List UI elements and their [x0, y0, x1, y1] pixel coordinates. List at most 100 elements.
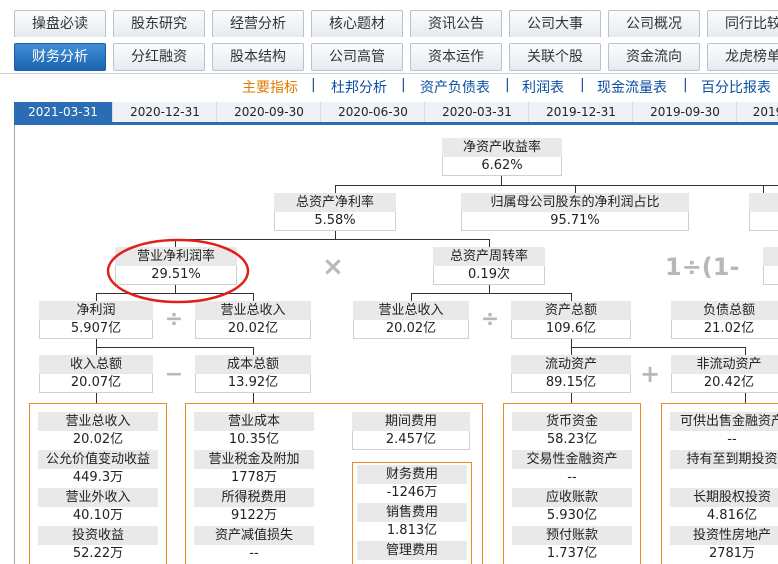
tab-news-notices[interactable]: 资讯公告	[410, 10, 502, 37]
list-item: 管理费用	[357, 541, 467, 564]
node-noncurrent-assets: 非流动资产 20.42亿	[671, 355, 778, 393]
tree-connector	[253, 293, 254, 301]
item-title: 可供出售金融资产	[670, 412, 778, 431]
link-percentage-report[interactable]: 百分比报表	[701, 77, 771, 97]
period-tab[interactable]: 2020-09-30	[218, 102, 321, 122]
tree-connector	[571, 347, 572, 355]
tree-connector	[745, 393, 746, 403]
tree-connector	[253, 393, 254, 403]
item-title: 财务费用	[357, 465, 467, 484]
period-tab[interactable]: 2021-03-31	[14, 102, 113, 122]
item-title: 长期股权投资	[670, 488, 778, 507]
node-equity-multiplier	[749, 193, 778, 231]
link-main-indicators[interactable]: 主要指标	[242, 77, 298, 97]
link-cash-flow[interactable]: 现金流量表	[597, 77, 667, 97]
node-value: 109.6亿	[511, 320, 631, 339]
link-separator: |	[683, 77, 688, 93]
item-value: -1246万	[386, 485, 438, 500]
current-assets-detail-frame: 货币资金 58.23亿 交易性金融资产 -- 应收账款 5.930亿 预付账款 …	[503, 403, 641, 564]
period-tab[interactable]: 2020-12-31	[114, 102, 217, 122]
item-value	[670, 469, 778, 487]
node-total-assets: 资产总额 109.6亿	[511, 301, 631, 339]
period-tab[interactable]: 2019-12-31	[530, 102, 633, 122]
tab-core-themes[interactable]: 核心题材	[311, 10, 403, 37]
divide-operator: ÷	[164, 307, 184, 332]
period-tab[interactable]: 2019	[738, 102, 778, 122]
node-parent-profit-share: 归属母公司股东的净利润占比 95.71%	[461, 193, 689, 231]
item-title: 所得税费用	[194, 488, 314, 507]
link-income-statement[interactable]: 利润表	[522, 77, 564, 97]
period-tab[interactable]: 2020-03-31	[426, 102, 529, 122]
tab-company-profile[interactable]: 公司概况	[608, 10, 700, 37]
list-item: 营业成本 10.35亿	[194, 412, 314, 449]
node-title: 流动资产	[511, 355, 631, 374]
link-separator: |	[505, 77, 510, 93]
list-item: 投资性房地产 2781万	[670, 526, 778, 563]
minus-operator: −	[164, 362, 184, 387]
node-total-revenue: 营业总收入 20.02亿	[353, 301, 469, 339]
tab-operation-guide[interactable]: 操盘必读	[14, 10, 106, 37]
item-title: 公允价值变动收益	[38, 450, 158, 469]
tab-business-analysis[interactable]: 经营分析	[212, 10, 304, 37]
node-total-cost: 成本总额 13.92亿	[195, 355, 311, 393]
tab-dividend-financing[interactable]: 分红融资	[113, 43, 205, 71]
item-title: 营业总收入	[38, 412, 158, 431]
node-value: 5.58%	[274, 212, 396, 231]
list-item: 可供出售金融资产 --	[670, 412, 778, 449]
node-title: 负债总额	[671, 301, 778, 320]
tab-share-structure[interactable]: 股本结构	[212, 43, 304, 71]
list-item: 销售费用 1.813亿	[357, 503, 467, 540]
divide-operator: ÷	[480, 307, 500, 332]
tab-company-events[interactable]: 公司大事	[509, 10, 601, 37]
node-value: 20.02亿	[195, 320, 311, 339]
item-value: 40.10万	[72, 508, 124, 523]
expense-detail-frame: 财务费用 -1246万 销售费用 1.813亿 管理费用	[352, 462, 472, 564]
formula-operator: 1÷(1-	[665, 253, 740, 281]
tab-capital-flow[interactable]: 资金流向	[608, 43, 700, 71]
highlight-ring	[106, 238, 250, 304]
tab-peer-comparison[interactable]: 同行比较	[707, 10, 778, 37]
period-tab[interactable]: 2020-06-30	[322, 102, 425, 122]
tab-dragon-tiger-list[interactable]: 龙虎榜单	[707, 43, 778, 71]
item-value: 4.816亿	[706, 508, 758, 523]
tree-connector	[745, 347, 746, 355]
tab-capital-operation[interactable]: 资本运作	[410, 43, 502, 71]
node-current-assets: 流动资产 89.15亿	[511, 355, 631, 393]
item-title: 预付账款	[512, 526, 632, 545]
item-value: 52.22万	[72, 546, 124, 561]
tab-financial-analysis[interactable]: 财务分析	[14, 43, 106, 71]
report-links: 主要指标 | 杜邦分析 | 资产负债表 | 利润表 | 现金流量表 | 百分比报…	[0, 77, 778, 101]
period-tab[interactable]: 2019-09-30	[634, 102, 737, 122]
link-balance-sheet[interactable]: 资产负债表	[420, 77, 490, 97]
dupont-tree: 净资产收益率 6.62% 总资产净利率 5.58% 归属母公司股东的净利润占比 …	[14, 125, 778, 564]
tab-shareholder-research[interactable]: 股东研究	[113, 10, 205, 37]
tree-connector	[571, 293, 572, 301]
node-value: 20.07亿	[39, 374, 153, 393]
node-asset-turnover: 总资产周转率 0.19次	[433, 247, 545, 285]
list-item: 交易性金融资产 --	[512, 450, 632, 487]
node-title: 成本总额	[195, 355, 311, 374]
item-title: 营业成本	[194, 412, 314, 431]
node-value: 6.62%	[442, 157, 562, 176]
node-value: 2.457亿	[352, 431, 470, 450]
list-item: 货币资金 58.23亿	[512, 412, 632, 449]
item-title: 管理费用	[357, 541, 467, 560]
tab-related-stocks[interactable]: 关联个股	[509, 43, 601, 71]
list-item: 持有至到期投资	[670, 450, 778, 487]
node-total-liabilities: 负债总额 21.02亿	[671, 301, 778, 339]
item-title: 货币资金	[512, 412, 632, 431]
tree-connector	[571, 347, 745, 348]
tree-connector	[96, 347, 253, 348]
item-value: 9122万	[230, 508, 278, 523]
nav-row-2: 财务分析 分红融资 股本结构 公司高管 资本运作 关联个股 资金流向 龙虎榜单	[0, 37, 778, 74]
node-title: 总资产周转率	[433, 247, 545, 266]
link-separator: |	[311, 77, 316, 93]
income-detail-frame: 营业总收入 20.02亿 公允价值变动收益 449.3万 营业外收入 40.10…	[29, 403, 167, 564]
item-value: 1.813亿	[386, 523, 438, 538]
tree-connector	[335, 230, 336, 239]
tab-executives[interactable]: 公司高管	[311, 43, 403, 71]
tree-connector	[96, 347, 97, 355]
item-title: 营业外收入	[38, 488, 158, 507]
tree-connector	[335, 185, 336, 193]
link-dupont-analysis[interactable]: 杜邦分析	[331, 77, 387, 97]
